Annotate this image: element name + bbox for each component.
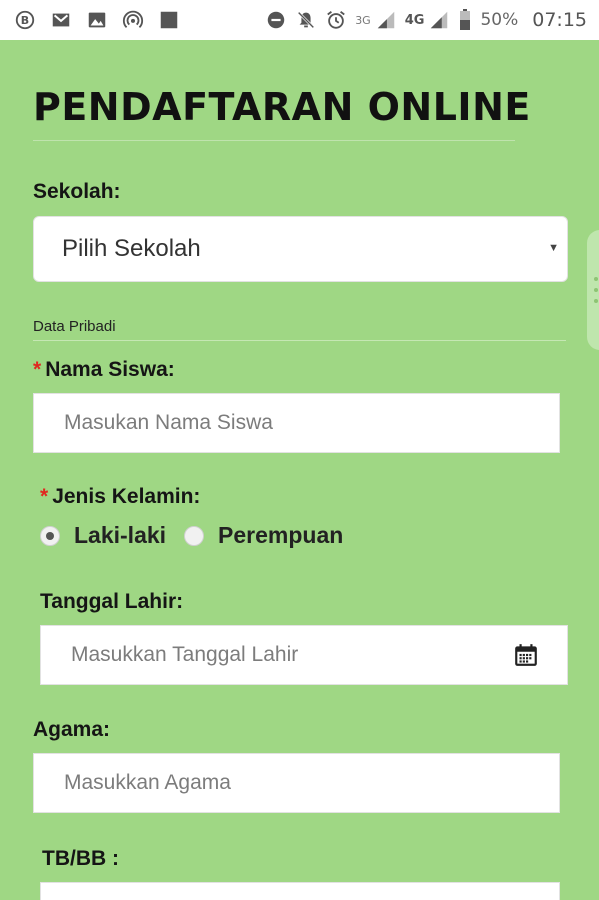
radio-selected-dot xyxy=(46,531,54,540)
religion-input-placeholder: Masukkan Agama xyxy=(64,771,231,794)
calendar-icon[interactable] xyxy=(513,642,539,668)
battery-percent: 50% xyxy=(480,10,519,30)
hotspot-icon xyxy=(122,9,144,31)
height-weight-input[interactable] xyxy=(40,882,560,900)
gender-label-text: Jenis Kelamin: xyxy=(52,485,201,508)
required-mark: * xyxy=(33,358,42,381)
name-label-text: Nama Siswa: xyxy=(45,358,175,381)
handle-dot xyxy=(594,299,598,303)
handle-dot xyxy=(594,288,598,292)
bell-off-icon xyxy=(295,9,317,31)
signal-icon xyxy=(428,9,450,31)
status-bar: B 3G 4G 50% 07:15 xyxy=(0,0,599,40)
name-input[interactable]: Masukan Nama Siswa xyxy=(33,393,560,453)
birth-date-placeholder: Masukkan Tanggal Lahir xyxy=(71,643,299,666)
gmail-icon xyxy=(50,9,72,31)
height-weight-label: TB/BB : xyxy=(42,847,119,870)
image-icon xyxy=(86,9,108,31)
birth-date-input[interactable]: Masukkan Tanggal Lahir xyxy=(40,625,568,685)
required-mark: * xyxy=(40,485,49,508)
b-circle-icon: B xyxy=(14,9,36,31)
svg-text:B: B xyxy=(21,14,29,27)
school-select-value: Pilih Sekolah xyxy=(62,235,201,262)
school-label: Sekolah: xyxy=(33,180,121,203)
school-select[interactable]: Pilih Sekolah ▼ xyxy=(33,216,568,282)
handle-dot xyxy=(594,277,598,281)
clock: 07:15 xyxy=(532,9,587,31)
chevron-down-icon: ▼ xyxy=(548,242,559,254)
section-title-personal: Data Pribadi xyxy=(33,318,116,335)
square-icon xyxy=(158,9,180,31)
birth-date-label: Tanggal Lahir: xyxy=(40,590,184,613)
radio-female-label[interactable]: Perempuan xyxy=(218,522,343,549)
registration-page: PENDAFTARAN ONLINE Sekolah: Pilih Sekola… xyxy=(0,40,599,900)
religion-label: Agama: xyxy=(33,718,111,741)
name-label: * Nama Siswa: xyxy=(33,358,175,382)
name-input-placeholder: Masukan Nama Siswa xyxy=(64,411,273,434)
title-divider xyxy=(33,140,515,141)
network-4g-label: 4G xyxy=(404,12,425,28)
section-divider xyxy=(33,340,566,341)
network-3g-label: 3G xyxy=(355,13,371,27)
radio-male[interactable] xyxy=(40,525,60,546)
side-panel-handle[interactable] xyxy=(587,230,599,350)
battery-icon xyxy=(458,9,472,31)
radio-female[interactable] xyxy=(184,525,205,546)
page-title: PENDAFTARAN ONLINE xyxy=(33,85,531,129)
do-not-disturb-icon xyxy=(265,9,287,31)
gender-radio-group: Laki-laki Perempuan xyxy=(40,522,361,549)
religion-input[interactable]: Masukkan Agama xyxy=(33,753,560,813)
alarm-icon xyxy=(325,9,347,31)
signal-icon xyxy=(375,9,397,31)
gender-label: * Jenis Kelamin: xyxy=(40,485,200,509)
radio-male-label[interactable]: Laki-laki xyxy=(74,522,166,549)
